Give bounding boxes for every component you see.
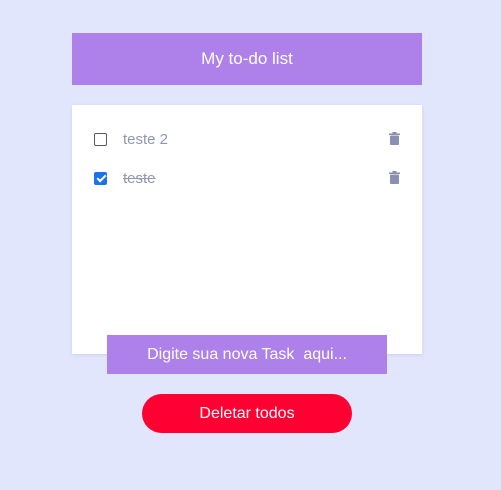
task-list-card: teste 2 teste [72, 105, 422, 354]
new-task-input-text: Digite sua nova Task aqui... [147, 345, 347, 363]
task-checkbox[interactable] [94, 171, 107, 185]
trash-icon[interactable] [389, 171, 400, 189]
task-label: teste [123, 169, 156, 187]
list-header: My to-do list [72, 33, 422, 85]
task-item: teste 2 [72, 127, 422, 151]
task-label: teste 2 [123, 130, 169, 148]
delete-all-label: Deletar todos [199, 404, 295, 422]
trash-icon[interactable] [389, 132, 400, 150]
list-title: My to-do list [201, 49, 293, 68]
new-task-input[interactable]: Digite sua nova Task aqui... [107, 335, 387, 374]
task-item: teste [72, 166, 422, 190]
task-checkbox[interactable] [94, 132, 107, 146]
delete-all-button[interactable]: Deletar todos [142, 394, 352, 433]
